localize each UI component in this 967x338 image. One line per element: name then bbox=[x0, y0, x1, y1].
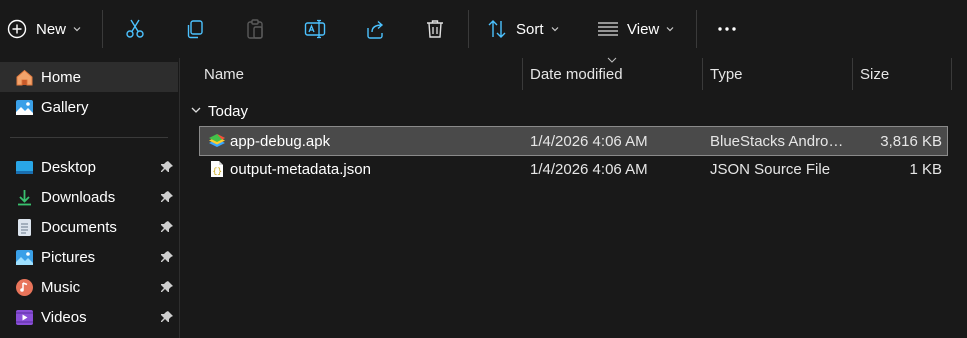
group-header-today[interactable]: Today bbox=[208, 103, 248, 120]
table-row[interactable]: {} output-metadata.json 1/4/2026 4:06 AM… bbox=[200, 155, 947, 183]
sort-chevron-icon bbox=[607, 57, 617, 63]
pin-icon[interactable] bbox=[160, 250, 174, 264]
more-options-button[interactable] bbox=[716, 10, 738, 48]
plus-circle-icon bbox=[6, 18, 28, 40]
toolbar-divider bbox=[102, 10, 103, 48]
pin-icon[interactable] bbox=[160, 190, 174, 204]
table-row[interactable]: app-debug.apk 1/4/2026 4:06 AM BlueStack… bbox=[199, 126, 948, 156]
sidebar-item-label: Downloads bbox=[41, 189, 116, 206]
scissors-icon bbox=[124, 18, 146, 40]
svg-text:{}: {} bbox=[213, 168, 223, 177]
sidebar-item-pictures[interactable]: Pictures bbox=[0, 242, 178, 272]
sidebar-item-label: Desktop bbox=[41, 159, 97, 176]
sort-button[interactable]: Sort bbox=[486, 10, 559, 48]
pin-icon[interactable] bbox=[160, 310, 174, 324]
chevron-down-icon[interactable] bbox=[190, 104, 202, 116]
desktop-icon bbox=[15, 158, 34, 177]
rename-icon bbox=[304, 18, 326, 40]
sidebar-item-label: Videos bbox=[41, 309, 87, 326]
column-header-type[interactable]: Type bbox=[703, 58, 852, 90]
download-arrow-icon bbox=[15, 188, 34, 207]
new-button[interactable]: New bbox=[6, 10, 81, 48]
column-header-label: Size bbox=[860, 66, 890, 83]
music-icon bbox=[15, 278, 34, 297]
column-header-label: Name bbox=[204, 66, 245, 83]
pin-icon[interactable] bbox=[160, 160, 174, 174]
sidebar-item-music[interactable]: Music bbox=[0, 272, 178, 302]
copy-icon bbox=[184, 18, 206, 40]
trash-icon bbox=[424, 18, 446, 40]
file-name: app-debug.apk bbox=[230, 133, 331, 150]
file-type: BlueStacks Android PacKage bbox=[710, 133, 846, 150]
column-header-label: Type bbox=[710, 66, 743, 83]
chevron-down-icon bbox=[73, 26, 81, 32]
view-list-icon bbox=[597, 18, 619, 40]
video-icon bbox=[15, 308, 34, 327]
sidebar-item-label: Gallery bbox=[41, 99, 89, 116]
toolbar-divider bbox=[696, 10, 697, 48]
sidebar-divider bbox=[10, 137, 168, 138]
view-button[interactable]: View bbox=[597, 10, 674, 48]
paste-button[interactable] bbox=[244, 10, 266, 48]
gallery-icon bbox=[15, 98, 34, 117]
command-bar: New Sort View bbox=[0, 0, 967, 58]
column-header-date-modified[interactable]: Date modified bbox=[523, 57, 702, 90]
sidebar-item-desktop[interactable]: Desktop bbox=[0, 152, 178, 182]
sidebar-item-label: Music bbox=[41, 279, 81, 296]
sidebar-item-label: Documents bbox=[41, 219, 117, 236]
sidebar-item-home[interactable]: Home bbox=[0, 62, 178, 92]
column-header-name[interactable]: Name bbox=[196, 58, 522, 90]
sort-arrows-icon bbox=[486, 18, 508, 40]
clipboard-icon bbox=[244, 18, 266, 40]
new-button-label: New bbox=[36, 20, 67, 38]
bluestacks-apk-icon bbox=[208, 132, 226, 150]
chevron-down-icon bbox=[666, 26, 674, 32]
column-header-size[interactable]: Size bbox=[853, 58, 951, 90]
home-icon bbox=[15, 68, 34, 87]
share-icon bbox=[364, 18, 386, 40]
sort-button-label: Sort bbox=[516, 20, 544, 38]
chevron-down-icon bbox=[551, 26, 559, 32]
sidebar-item-gallery[interactable]: Gallery bbox=[0, 92, 178, 122]
file-date-modified: 1/4/2026 4:06 AM bbox=[530, 133, 648, 150]
document-icon bbox=[15, 218, 34, 237]
navigation-pane: Home Gallery Desktop Downloads Documents bbox=[0, 58, 180, 338]
cut-button[interactable] bbox=[124, 10, 146, 48]
sidebar-item-videos[interactable]: Videos bbox=[0, 302, 178, 332]
file-date-modified: 1/4/2026 4:06 AM bbox=[530, 161, 648, 178]
column-header-label: Date modified bbox=[530, 66, 623, 83]
share-button[interactable] bbox=[364, 10, 386, 48]
file-size: 1 KB bbox=[909, 161, 942, 178]
sidebar-item-label: Home bbox=[41, 69, 82, 86]
view-button-label: View bbox=[627, 20, 660, 38]
copy-button[interactable] bbox=[184, 10, 206, 48]
json-file-icon: {} bbox=[208, 160, 226, 178]
toolbar-divider bbox=[468, 10, 469, 48]
sidebar-item-documents[interactable]: Documents bbox=[0, 212, 178, 242]
file-type: JSON Source File bbox=[710, 161, 831, 178]
picture-icon bbox=[15, 248, 34, 267]
column-divider[interactable] bbox=[951, 58, 952, 90]
sidebar-scrollbar[interactable] bbox=[179, 58, 180, 338]
rename-button[interactable] bbox=[304, 10, 326, 48]
sidebar-item-label: Pictures bbox=[41, 249, 96, 266]
file-size: 3,816 KB bbox=[880, 133, 942, 150]
pin-icon[interactable] bbox=[160, 280, 174, 294]
file-name: output-metadata.json bbox=[230, 161, 371, 178]
delete-button[interactable] bbox=[424, 10, 446, 48]
sidebar-item-downloads[interactable]: Downloads bbox=[0, 182, 178, 212]
ellipsis-icon bbox=[716, 18, 738, 40]
pin-icon[interactable] bbox=[160, 220, 174, 234]
